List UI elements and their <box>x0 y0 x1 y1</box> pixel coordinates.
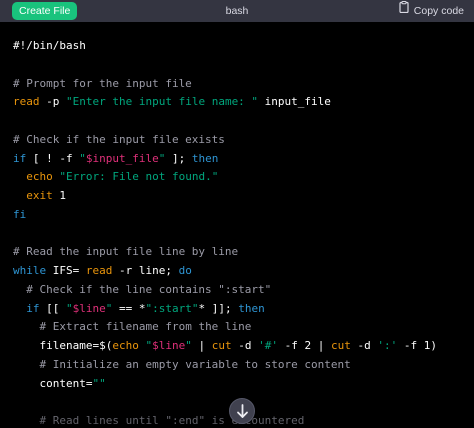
code-token: $input_file <box>85 151 159 165</box>
code-token: [[ <box>39 301 66 315</box>
code-token: do <box>178 264 192 277</box>
code-token: then <box>191 151 219 165</box>
code-line: read -p "Enter the input file name: " in… <box>13 93 331 111</box>
code-token: # Check if the input file exists <box>13 132 225 146</box>
code-line: # Initialize an empty variable to store … <box>13 356 351 374</box>
code-token: -d <box>231 339 259 352</box>
code-block-header: Create File bash Copy code <box>0 0 474 22</box>
code-token: == * <box>112 301 146 315</box>
code-token: if <box>26 301 40 315</box>
code-token: # Check if the line contains ":start" <box>26 282 272 296</box>
code-line: echo "Error: File not found." <box>13 168 218 186</box>
code-token: fi <box>13 207 27 221</box>
code-token: " <box>79 151 86 165</box>
clipboard-icon <box>399 0 409 21</box>
code-token: IFS= <box>46 264 86 277</box>
code-token: read <box>85 264 113 277</box>
code-token: -r line; <box>112 264 179 277</box>
code-line: #!/bin/bash <box>13 37 86 55</box>
code-line: while IFS= read -r line; do <box>13 262 192 280</box>
code-line: # Check if the input file exists <box>13 131 225 149</box>
code-token: " <box>185 339 192 352</box>
code-token: echo <box>112 339 139 352</box>
code-token: $line <box>72 301 106 315</box>
code-token: cut <box>330 339 351 352</box>
code-token: " <box>66 301 73 315</box>
code-token: $line <box>152 339 186 352</box>
code-token: ]; <box>165 151 192 165</box>
code-line: # Prompt for the input file <box>13 75 192 93</box>
copy-code-button[interactable]: Copy code <box>399 0 464 22</box>
code-token: '#' <box>258 339 278 352</box>
code-token: #!/bin/bash <box>13 39 86 52</box>
code-block[interactable]: #!/bin/bash # Prompt for the input file re… <box>0 22 474 428</box>
code-line: exit 1 <box>13 187 66 205</box>
code-line: # Read lines until ":end" is encountered <box>13 412 305 428</box>
code-token: -p <box>39 95 66 109</box>
code-token: # Extract filename from the line <box>39 320 252 334</box>
code-token: | <box>191 339 212 352</box>
code-token: * ]]; <box>198 301 239 315</box>
code-token: # Prompt for the input file <box>13 76 192 90</box>
code-token: # Read lines until ":end" is encountered <box>39 414 305 427</box>
create-file-button[interactable]: Create File <box>12 2 78 20</box>
code-line: if [ ! -f "$input_file" ]; then <box>13 150 218 168</box>
code-line: # Check if the line contains ":start" <box>13 281 271 299</box>
copy-code-label: Copy code <box>413 5 464 17</box>
code-token: then <box>238 301 265 315</box>
code-token: "Enter the input file name: " <box>66 95 259 109</box>
code-token: exit <box>26 189 53 202</box>
code-token: input_file <box>258 95 331 109</box>
code-token: read <box>13 95 40 109</box>
code-token: -f 2 | <box>277 339 331 352</box>
code-token: -d <box>350 339 378 352</box>
code-token: ":start" <box>145 301 199 315</box>
code-token: "Error: File not found." <box>59 170 219 184</box>
code-token: ':' <box>377 339 398 352</box>
code-token: # Initialize an empty variable to store … <box>39 357 351 371</box>
code-line: filename=$(echo "$line" | cut -d '#' -f … <box>13 337 437 355</box>
code-token: if <box>13 151 27 165</box>
code-token: filename=$( <box>13 339 113 352</box>
code-line: content="" <box>13 375 106 393</box>
code-token: "" <box>92 376 106 390</box>
scroll-to-bottom-button[interactable] <box>229 398 255 424</box>
code-line: fi <box>13 206 26 224</box>
code-token: -f 1) <box>397 339 437 352</box>
code-token: # Read the input file line by line <box>13 245 239 259</box>
arrow-down-icon <box>237 404 248 418</box>
code-line: # Extract filename from the line <box>13 318 252 336</box>
code-line: # Read the input file line by line <box>13 243 238 261</box>
code-token: [ ! -f <box>26 151 80 165</box>
code-token: cut <box>211 339 232 352</box>
code-token: content= <box>13 376 93 390</box>
code-token: 1 <box>52 189 66 202</box>
code-token: while <box>13 264 47 277</box>
code-line: if [[ "$line" == *":start"* ]]; then <box>13 300 265 318</box>
code-token: echo <box>26 170 53 184</box>
